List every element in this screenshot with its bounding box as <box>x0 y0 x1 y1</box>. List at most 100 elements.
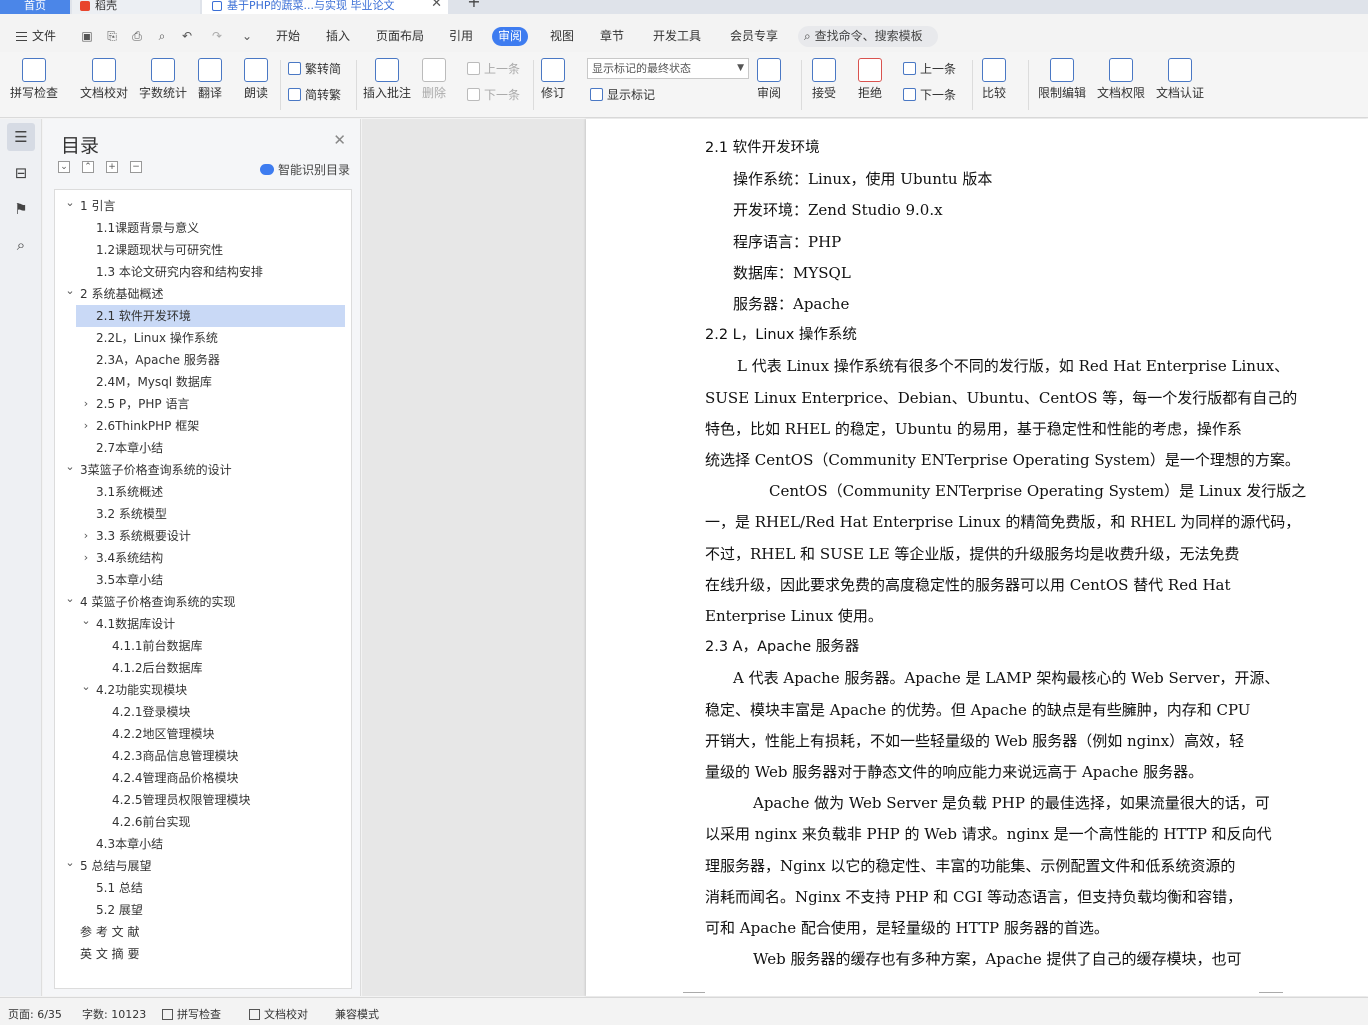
toc-item[interactable]: 3.2 系统模型 <box>55 503 351 525</box>
prev-comment-button[interactable]: 上一条 <box>467 60 520 78</box>
toc-item[interactable]: ⌄ 4 菜篮子价格查询系统的实现 <box>55 591 351 613</box>
tab-daoke[interactable]: 稻壳 <box>72 0 200 14</box>
doc-rights-button[interactable]: 文档权限 <box>1097 58 1145 100</box>
doc-proof-button[interactable]: 文档校对 <box>80 58 128 100</box>
close-tab-icon[interactable]: ✕ <box>431 0 442 10</box>
toc-item[interactable]: 2.4M，Mysql 数据库 <box>55 371 351 393</box>
toc-item[interactable]: 4.1.2后台数据库 <box>55 657 351 679</box>
print-icon[interactable]: ⎙ <box>130 29 144 43</box>
close-icon[interactable]: ✕ <box>333 131 346 149</box>
next-change-button[interactable]: 下一条 <box>903 86 956 104</box>
chevron-down-icon[interactable]: ⌄ <box>64 280 76 302</box>
chevron-right-icon[interactable]: › <box>80 415 92 437</box>
toc-item[interactable]: 4.2.4管理商品价格模块 <box>55 767 351 789</box>
insert-comment-button[interactable]: 插入批注 <box>363 58 411 100</box>
menu-start[interactable]: 开始 <box>270 27 306 46</box>
toc-item[interactable]: › 3.4系统结构 <box>55 547 351 569</box>
menu-member[interactable]: 会员专享 <box>724 27 784 46</box>
chapter-nav-icon[interactable]: ⊟ <box>7 159 35 187</box>
word-count-indicator[interactable]: 字数: 10123 <box>82 1006 146 1022</box>
chevron-down-icon[interactable]: ⌄ <box>80 610 92 632</box>
toc-item[interactable]: 5.2 展望 <box>55 899 351 921</box>
toc-item[interactable]: 1.3 本论文研究内容和结构安排 <box>55 261 351 283</box>
toc-item[interactable]: 参 考 文 献 <box>55 921 351 943</box>
chevron-down-icon[interactable]: ⌄ <box>80 676 92 698</box>
chevron-right-icon[interactable]: › <box>80 393 92 415</box>
export-icon[interactable]: ⎘ <box>105 29 119 43</box>
chevron-right-icon[interactable]: › <box>80 547 92 569</box>
redo-icon[interactable]: ↷ <box>210 29 224 43</box>
menu-view[interactable]: 视图 <box>544 27 580 46</box>
file-menu[interactable]: 文件 <box>10 27 62 46</box>
chevron-down-icon[interactable]: ⌄ <box>64 192 76 214</box>
menu-insert[interactable]: 插入 <box>320 27 356 46</box>
expand-all-icon[interactable]: ⌃ <box>82 161 94 173</box>
smart-toc-button[interactable]: 智能识别目录 <box>259 161 350 178</box>
toc-item[interactable]: 2.2L，Linux 操作系统 <box>55 327 351 349</box>
toc-item[interactable]: 5.1 总结 <box>55 877 351 899</box>
delete-comment-button[interactable]: 删除 <box>422 58 446 100</box>
toc-item[interactable]: ⌄ 4.2功能实现模块 <box>55 679 351 701</box>
toc-item[interactable]: 4.2.1登录模块 <box>55 701 351 723</box>
toc-item[interactable]: 4.2.2地区管理模块 <box>55 723 351 745</box>
tab-home[interactable]: 首页 <box>0 0 70 14</box>
revise-button[interactable]: 修订 <box>541 58 565 100</box>
chevron-down-icon[interactable]: ⌄ <box>64 456 76 478</box>
find-icon[interactable]: ⌕ <box>7 231 35 259</box>
spell-check-toggle[interactable]: 拼写检查 <box>162 1006 221 1022</box>
toc-item[interactable]: 英 文 摘 要 <box>55 943 351 965</box>
spell-check-button[interactable]: 拼写检查 <box>10 58 58 100</box>
toc-item[interactable]: ⌄ 5 总结与展望 <box>55 855 351 877</box>
collapse-all-icon[interactable]: ⌄ <box>58 161 70 173</box>
toc-item[interactable]: ⌄ 4.1数据库设计 <box>55 613 351 635</box>
reject-button[interactable]: 拒绝 <box>858 58 882 100</box>
command-search[interactable]: ⌕ 查找命令、搜索模板 <box>798 26 938 47</box>
doc-proof-toggle[interactable]: 文档校对 <box>249 1006 308 1022</box>
toc-item[interactable]: 3.1系统概述 <box>55 481 351 503</box>
remove-entry-icon[interactable]: − <box>130 161 142 173</box>
chevron-down-icon[interactable]: ⌄ <box>64 588 76 610</box>
toc-item[interactable]: › 2.5 P，PHP 语言 <box>55 393 351 415</box>
translate-button[interactable]: 翻译 <box>198 58 222 100</box>
toc-item[interactable]: 4.2.5管理员权限管理模块 <box>55 789 351 811</box>
menu-dev-tools[interactable]: 开发工具 <box>647 27 707 46</box>
menu-chapter[interactable]: 章节 <box>594 27 630 46</box>
read-aloud-button[interactable]: 朗读 <box>244 58 268 100</box>
menu-references[interactable]: 引用 <box>443 27 479 46</box>
add-entry-icon[interactable]: + <box>106 161 118 173</box>
toc-item[interactable]: › 3.3 系统概要设计 <box>55 525 351 547</box>
undo-icon[interactable]: ↶ <box>180 29 194 43</box>
toc-item[interactable]: 4.3本章小结 <box>55 833 351 855</box>
toc-item[interactable]: ⌄ 3菜篮子价格查询系统的设计 <box>55 459 351 481</box>
doc-cert-button[interactable]: 文档认证 <box>1156 58 1204 100</box>
accept-button[interactable]: 接受 <box>812 58 836 100</box>
bookmark-icon[interactable]: ⚑ <box>7 195 35 223</box>
new-tab-button[interactable]: + <box>462 0 486 14</box>
next-comment-button[interactable]: 下一条 <box>467 86 520 104</box>
menu-page-layout[interactable]: 页面布局 <box>370 27 430 46</box>
save-icon[interactable]: ▣ <box>80 29 94 43</box>
toc-item[interactable]: › 2.6ThinkPHP 框架 <box>55 415 351 437</box>
toc-item[interactable]: 2.1 软件开发环境 <box>76 305 345 327</box>
tab-document[interactable]: 基于PHP的蔬菜...与实现 毕业论文 ✕ <box>202 0 448 14</box>
toc-item[interactable]: ⌄ 2 系统基础概述 <box>55 283 351 305</box>
toc-item[interactable]: 2.3A，Apache 服务器 <box>55 349 351 371</box>
word-count-button[interactable]: 字数统计 <box>139 58 187 100</box>
chevron-down-icon[interactable]: ⌄ <box>64 852 76 874</box>
review-pane-button[interactable]: 审阅 <box>757 58 781 100</box>
trad-to-simp-button[interactable]: 繁转简 <box>288 60 341 78</box>
toc-item[interactable]: 3.5本章小结 <box>55 569 351 591</box>
show-markup-button[interactable]: 显示标记 <box>590 86 655 104</box>
prev-change-button[interactable]: 上一条 <box>903 60 956 78</box>
simp-to-trad-button[interactable]: 简转繁 <box>288 86 341 104</box>
compare-button[interactable]: 比较 <box>982 58 1006 100</box>
markup-state-select[interactable]: 显示标记的最终状态 ▼ <box>587 58 749 79</box>
toc-item[interactable]: 4.2.3商品信息管理模块 <box>55 745 351 767</box>
menu-review[interactable]: 审阅 <box>492 27 529 46</box>
toc-panel-icon[interactable]: ☰ <box>7 123 35 151</box>
toc-item[interactable]: 4.1.1前台数据库 <box>55 635 351 657</box>
toc-item[interactable]: ⌄ 1 引言 <box>55 195 351 217</box>
page-indicator[interactable]: 页面: 6/35 <box>8 1006 62 1022</box>
toc-item[interactable]: 1.2课题现状与可研究性 <box>55 239 351 261</box>
restrict-editing-button[interactable]: 限制编辑 <box>1038 58 1086 100</box>
